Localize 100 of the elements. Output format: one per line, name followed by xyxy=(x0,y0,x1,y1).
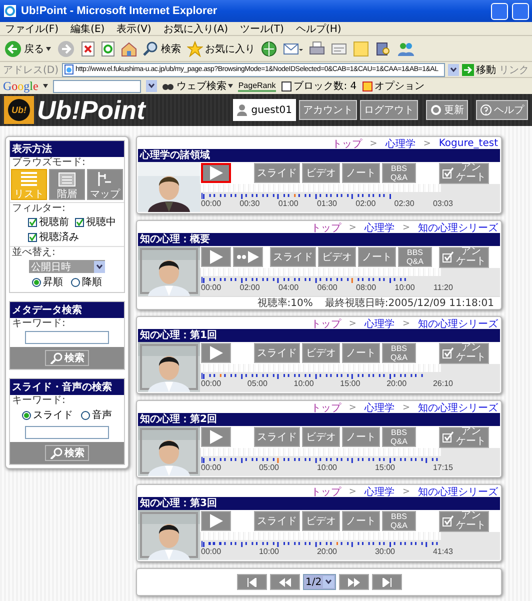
breadcrumb-link[interactable]: 心理学 xyxy=(364,316,394,330)
slide-button[interactable]: スライド xyxy=(254,163,300,183)
refresh-button[interactable]: 更新 xyxy=(426,100,468,120)
filter-checkbox[interactable]: 視聴済み xyxy=(28,230,79,244)
breadcrumb-link[interactable]: 知の心理シリーズ xyxy=(418,400,498,414)
toolbar-button[interactable] xyxy=(375,40,391,56)
menu-item[interactable]: 編集(E) xyxy=(70,22,105,36)
window-title: Ub!Point - Microsoft Internet Explorer xyxy=(21,5,218,17)
time-label: 01:00 xyxy=(278,199,298,208)
google-logo[interactable]: Google xyxy=(3,78,38,94)
survey-button[interactable]: アン ケート xyxy=(439,510,489,532)
breadcrumb-link[interactable]: トップ xyxy=(332,136,362,150)
toolbar-button[interactable] xyxy=(283,40,303,56)
play-button[interactable] xyxy=(201,247,231,267)
menu-item[interactable]: ツール(T) xyxy=(240,22,284,36)
toolbar-button[interactable] xyxy=(309,40,325,56)
fast-play-button[interactable] xyxy=(233,247,263,267)
help-button[interactable]: ヘルプ xyxy=(476,100,528,120)
menu-item[interactable]: ヘルプ(H) xyxy=(296,22,342,36)
toolbar-button[interactable] xyxy=(81,40,95,56)
video-button[interactable]: ビデオ xyxy=(302,427,340,447)
breadcrumb-link[interactable]: 心理学 xyxy=(385,136,416,150)
toolbar-button[interactable]: 戻る xyxy=(4,40,51,58)
first-page-button[interactable] xyxy=(236,574,266,590)
survey-button[interactable]: アン ケート xyxy=(439,162,489,184)
search-button[interactable]: 検索 xyxy=(45,445,89,461)
video-button[interactable]: ビデオ xyxy=(318,247,356,267)
slide-button[interactable]: スライド xyxy=(254,343,300,363)
survey-button[interactable]: アン ケート xyxy=(439,426,489,448)
toolbar-button[interactable] xyxy=(101,40,115,56)
previous-page-button[interactable] xyxy=(270,574,300,590)
options-button[interactable]: オプション xyxy=(362,79,425,93)
account-button[interactable]: アカウント xyxy=(299,100,357,120)
toolbar-button[interactable] xyxy=(121,40,137,56)
video-button[interactable]: ビデオ xyxy=(302,511,340,531)
popup-block-counter[interactable]: ブロック数: 4 xyxy=(280,79,357,93)
sort-order-radio[interactable]: 昇順 xyxy=(32,275,63,289)
play-button[interactable] xyxy=(201,427,231,447)
browse-mode-button[interactable]: マップ xyxy=(87,169,123,200)
slide-button[interactable]: スライド xyxy=(254,427,300,447)
play-button[interactable] xyxy=(201,343,231,363)
keyword-field[interactable] xyxy=(25,426,109,439)
toolbar-button[interactable] xyxy=(261,40,277,56)
toolbar-button[interactable]: お気に入り xyxy=(187,40,255,56)
keyword-field[interactable] xyxy=(25,331,109,344)
breadcrumb-link[interactable]: 知の心理シリーズ xyxy=(418,316,498,330)
last-page-button[interactable] xyxy=(372,574,402,590)
breadcrumb-link[interactable]: トップ xyxy=(310,484,341,498)
breadcrumb-link[interactable]: トップ xyxy=(310,316,341,330)
bbs-button[interactable]: BBS Q&A xyxy=(398,247,432,267)
time-label: 06:00 xyxy=(317,283,338,292)
breadcrumb-link[interactable]: 心理学 xyxy=(364,400,394,414)
time-label: 10:00 xyxy=(294,379,314,388)
bbs-button[interactable]: BBS Q&A xyxy=(382,163,416,183)
next-page-button[interactable] xyxy=(338,574,368,590)
bbs-button[interactable]: BBS Q&A xyxy=(382,511,416,531)
note-button[interactable]: ノート xyxy=(342,427,380,447)
google-search-field[interactable] xyxy=(53,80,142,92)
web-search-button[interactable]: ウェブ検索 xyxy=(162,79,234,93)
play-button[interactable] xyxy=(201,511,231,531)
survey-button[interactable]: アン ケート xyxy=(439,342,489,364)
breadcrumb-link[interactable]: 知の心理シリーズ xyxy=(418,484,498,498)
breadcrumb-link[interactable]: トップ xyxy=(310,220,341,234)
sort-order-radio[interactable]: 降順 xyxy=(71,275,102,289)
breadcrumb-link[interactable]: トップ xyxy=(310,400,341,414)
panel-heading: 表示方法 xyxy=(10,141,124,157)
breadcrumb-link[interactable]: 心理学 xyxy=(364,220,394,234)
video-button[interactable]: ビデオ xyxy=(302,163,340,183)
search-target-radio[interactable]: 音声 xyxy=(81,408,112,422)
note-button[interactable]: ノート xyxy=(342,511,380,531)
menu-item[interactable]: お気に入り(A) xyxy=(163,22,228,36)
pagerank-meter: PageRank xyxy=(238,80,276,92)
page-select[interactable]: 1/2 xyxy=(302,574,336,590)
survey-button[interactable]: アン ケート xyxy=(439,246,489,268)
go-button[interactable]: 移動 xyxy=(462,62,496,76)
slide-button[interactable]: スライド xyxy=(254,511,300,531)
logout-button[interactable]: ログアウト xyxy=(360,100,418,120)
breadcrumb-link[interactable]: 心理学 xyxy=(364,484,394,498)
note-button[interactable]: ノート xyxy=(342,163,380,183)
note-button[interactable]: ノート xyxy=(358,247,396,267)
checkbox-icon xyxy=(442,515,454,527)
search-button[interactable]: 検索 xyxy=(45,350,89,366)
minimize-button[interactable] xyxy=(491,2,508,20)
bbs-button[interactable]: BBS Q&A xyxy=(382,343,416,363)
breadcrumb-link[interactable]: Kogure_test xyxy=(438,138,498,149)
menu-item[interactable]: ファイル(F) xyxy=(5,22,59,36)
bbs-button[interactable]: BBS Q&A xyxy=(382,427,416,447)
toolbar-button[interactable]: 検索 xyxy=(143,40,181,56)
filter-checkbox[interactable]: 視聴前 xyxy=(28,215,69,229)
menu-item[interactable]: 表示(V) xyxy=(116,22,152,36)
maximize-button[interactable] xyxy=(512,2,529,20)
slide-button[interactable]: スライド xyxy=(270,247,316,267)
browse-mode-button[interactable]: 階層 xyxy=(49,169,85,200)
breadcrumb-link[interactable]: 知の心理シリーズ xyxy=(418,220,498,234)
filter-checkbox[interactable]: 視聴中 xyxy=(75,215,116,229)
time-label: 30:00 xyxy=(374,547,395,556)
search-target-radio[interactable]: スライド xyxy=(22,408,73,422)
video-button[interactable]: ビデオ xyxy=(302,343,340,363)
play-button[interactable] xyxy=(201,163,231,183)
note-button[interactable]: ノート xyxy=(342,343,380,363)
